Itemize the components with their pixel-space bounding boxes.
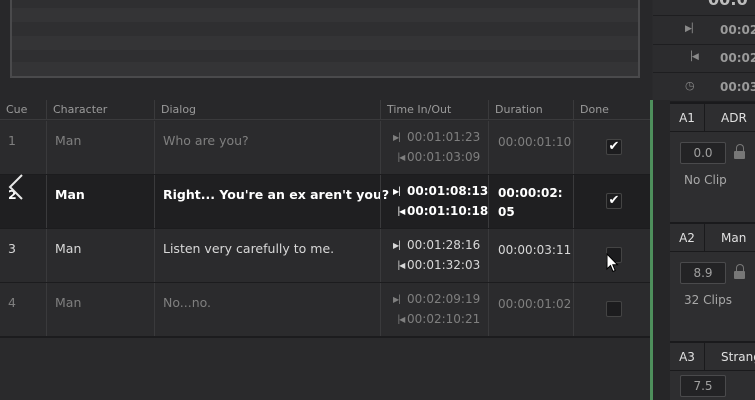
cue-number: 1 (8, 133, 16, 148)
dialog-text: Who are you? (163, 133, 249, 148)
table-row[interactable]: 1 Man Who are you? ▶▏ 00:01:01:23 ▕◀ 00:01… (0, 121, 650, 175)
duration-value: 00:00:02:05 (498, 186, 563, 219)
track-volume-field[interactable]: 0.0 (680, 142, 726, 164)
track-clip-count: No Clip (684, 173, 727, 187)
mark-out-icon: ▕◀ (685, 52, 699, 62)
mark-in-icon: ▶▏ (393, 133, 406, 142)
out-point-row[interactable]: ▕◀ 00:02 (653, 44, 755, 73)
cue-number: 3 (8, 241, 16, 256)
track-accent-bar (650, 100, 653, 400)
track-id: A1 (670, 104, 705, 132)
mark-in-icon: ▶▏ (393, 241, 406, 250)
done-checkbox[interactable]: ✔ (606, 193, 622, 209)
character-name: Man (55, 133, 82, 148)
track-panel-gutter (653, 100, 670, 400)
mark-out-icon: ▕◀ (393, 153, 406, 162)
duration-tc-value: 00:03 (720, 80, 755, 94)
dialog-text: Listen very carefully to me. (163, 241, 335, 256)
viewer-area (0, 0, 652, 100)
lock-icon[interactable] (734, 264, 746, 280)
track-clip-count: 32 Clips (684, 293, 732, 307)
timecode-display: 00:0 (708, 0, 748, 9)
time-out: ▕◀ 00:01:10:18 (393, 204, 489, 218)
time-in: ▶▏ 00:01:08:13 (393, 184, 489, 198)
mark-in-icon: ▶▏ (393, 187, 406, 196)
duration-value: 00:00:01:10 (498, 135, 572, 149)
character-name: Man (55, 295, 82, 310)
track-name[interactable]: Strange (705, 343, 755, 371)
out-point-value: 00:02 (720, 51, 755, 65)
track-id: A3 (670, 343, 705, 371)
track-id: A2 (670, 224, 705, 252)
dialog-text: Right... You're an ex aren't you? (163, 187, 390, 202)
column-header-character[interactable]: Character (46, 100, 154, 120)
video-viewer[interactable] (10, 0, 640, 78)
time-in: ▶▏ 00:01:28:16 (393, 238, 481, 252)
chevron-left-icon[interactable] (6, 172, 26, 202)
track-a3[interactable]: A3 Strange 7.5 (670, 341, 755, 400)
in-point-row[interactable]: ▶▏ 00:02 (653, 15, 755, 45)
mouse-pointer-icon (606, 252, 620, 273)
mark-in-icon: ▶▏ (685, 24, 699, 34)
table-row[interactable]: 2 Man Right... You're an ex aren't you? … (0, 175, 650, 229)
done-checkbox[interactable] (606, 301, 622, 317)
character-name: Man (55, 241, 82, 256)
duration-value: 00:00:01:02 (498, 297, 572, 311)
column-header-duration[interactable]: Duration (488, 100, 573, 120)
time-out: ▕◀ 00:01:03:09 (393, 150, 481, 164)
mark-out-icon: ▕◀ (393, 261, 406, 270)
column-header-dialog[interactable]: Dialog (154, 100, 380, 120)
mark-in-icon: ▶▏ (393, 295, 406, 304)
track-volume-field[interactable]: 7.5 (680, 375, 726, 397)
column-header-cue[interactable]: Cue (0, 100, 46, 120)
track-a1[interactable]: A1 ADR 0.0 No Clip (670, 102, 755, 224)
time-in: ▶▏ 00:01:01:23 (393, 130, 481, 144)
duration-row[interactable]: ◷ 00:03 (653, 73, 755, 102)
track-a2[interactable]: A2 Man 8.9 32 Clips (670, 222, 755, 344)
done-checkbox[interactable]: ✔ (606, 139, 622, 155)
in-point-value: 00:02 (720, 23, 755, 37)
time-out: ▕◀ 00:02:10:21 (393, 312, 481, 326)
timecode-panel: 00:0 ▶▏ 00:02 ▕◀ 00:02 ◷ 00:03 (653, 0, 755, 102)
track-volume-field[interactable]: 8.9 (680, 262, 726, 284)
duration-value: 00:00:03:11 (498, 243, 572, 257)
track-name[interactable]: ADR (705, 104, 755, 132)
table-row[interactable]: 3 Man Listen very carefully to me. ▶▏ 00:… (0, 229, 650, 283)
column-header-time-in-out[interactable]: Time In/Out (380, 100, 488, 120)
table-row[interactable]: 4 Man No...no. ▶▏ 00:02:09:19 ▕◀ 00:02:10:… (0, 283, 650, 337)
cue-number: 4 (8, 295, 16, 310)
mark-out-icon: ▕◀ (393, 207, 406, 216)
clock-icon: ◷ (685, 79, 695, 92)
time-in: ▶▏ 00:02:09:19 (393, 292, 481, 306)
dialog-text: No...no. (163, 295, 212, 310)
mark-out-icon: ▕◀ (393, 315, 406, 324)
lock-icon[interactable] (734, 144, 746, 160)
table-empty-area (0, 337, 650, 400)
column-header-done[interactable]: Done (573, 100, 650, 120)
time-out: ▕◀ 00:01:32:03 (393, 258, 481, 272)
cue-table-header: Cue Character Dialog Time In/Out Duratio… (0, 100, 650, 120)
track-name[interactable]: Man (705, 224, 755, 252)
character-name: Man (55, 187, 85, 202)
